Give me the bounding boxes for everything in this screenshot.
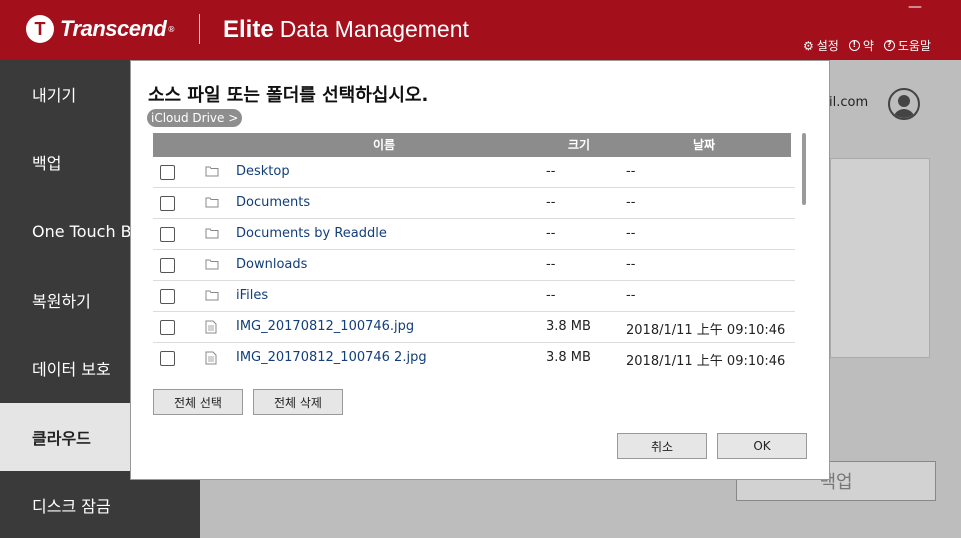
app-header: T Transcend ® Elite Data Management — ⚙ … (0, 0, 961, 60)
brand-name: Transcend (60, 16, 167, 41)
header-divider (199, 14, 200, 44)
gear-icon: ⚙ (802, 38, 814, 53)
row-date: -- (626, 226, 636, 241)
table-row[interactable]: Downloads -- -- (153, 250, 795, 281)
row-checkbox[interactable] (160, 165, 175, 180)
product-name: Data Management (279, 16, 469, 42)
table-row[interactable]: Desktop -- -- (153, 157, 795, 188)
product-elite-label: Elite (223, 16, 274, 43)
help-label: 도움말 (897, 39, 931, 53)
about-label: 약 (862, 39, 874, 53)
folder-icon (205, 196, 219, 212)
row-size: -- (546, 164, 556, 179)
header-links: ⚙ 설정 ! 약 ? 도움말 (803, 37, 931, 54)
folder-icon (205, 289, 219, 305)
row-name: Documents (236, 195, 311, 210)
help-link[interactable]: ? 도움말 (883, 37, 931, 54)
table-row[interactable]: IMG_20170812_100746 2.jpg 3.8 MB 2018/1/… (153, 343, 795, 372)
folder-icon (205, 227, 219, 243)
settings-label: 설정 (816, 39, 839, 53)
row-date: -- (626, 164, 636, 179)
row-name: iFiles (236, 288, 269, 303)
alert-icon: ! (848, 40, 860, 51)
column-date[interactable]: 날짜 (693, 133, 715, 157)
table-row[interactable]: Documents by Readdle -- -- (153, 219, 795, 250)
settings-link[interactable]: ⚙ 설정 (803, 37, 839, 54)
brand-registered-mark: ® (167, 24, 176, 34)
table-header: 이름 크기 날짜 (153, 133, 791, 157)
sidebar-item-disk-lock[interactable]: 디스크 잠금 (0, 471, 200, 538)
file-list: Desktop -- -- Documents -- -- Documents … (153, 157, 795, 372)
row-name: IMG_20170812_100746.jpg (236, 319, 415, 334)
ok-button[interactable]: OK (717, 433, 807, 459)
column-size[interactable]: 크기 (568, 133, 590, 157)
folder-icon (205, 258, 219, 274)
row-size: -- (546, 257, 556, 272)
source-select-dialog: 소스 파일 또는 폴더를 선택하십시오. iCloud Drive > 이름 크… (130, 60, 830, 480)
transcend-logo-icon: T (26, 15, 54, 43)
row-checkbox[interactable] (160, 351, 175, 366)
row-size: -- (546, 226, 556, 241)
row-checkbox[interactable] (160, 227, 175, 242)
row-date: -- (626, 257, 636, 272)
product-title: Elite Data Management (223, 16, 469, 44)
row-name: IMG_20170812_100746 2.jpg (236, 350, 427, 365)
breadcrumb[interactable]: iCloud Drive > (147, 109, 243, 127)
row-date: 2018/1/11 上午 09:10:46 (626, 354, 786, 369)
row-checkbox[interactable] (160, 289, 175, 304)
row-checkbox[interactable] (160, 258, 175, 273)
row-size: -- (546, 195, 556, 210)
cancel-button[interactable]: 취소 (617, 433, 707, 459)
table-row[interactable]: iFiles -- -- (153, 281, 795, 312)
account-email: il.com (829, 95, 869, 110)
user-avatar-icon[interactable] (888, 88, 920, 120)
row-size: -- (546, 288, 556, 303)
minimize-button[interactable]: — (906, 0, 924, 16)
row-date: -- (626, 288, 636, 303)
help-icon: ? (883, 40, 895, 51)
folder-icon (205, 165, 219, 181)
table-row[interactable]: IMG_20170812_100746.jpg 3.8 MB 2018/1/11… (153, 312, 795, 343)
row-name: Desktop (236, 164, 290, 179)
file-icon (205, 351, 217, 369)
select-all-button[interactable]: 전체 선택 (153, 389, 243, 415)
column-name[interactable]: 이름 (373, 133, 395, 157)
row-date: 2018/1/11 上午 09:10:46 (626, 323, 786, 338)
row-checkbox[interactable] (160, 320, 175, 335)
row-size: 3.8 MB (546, 350, 591, 365)
file-icon (205, 320, 217, 338)
delete-all-button[interactable]: 전체 삭제 (253, 389, 343, 415)
transcend-logo: T Transcend ® (26, 14, 175, 44)
row-size: 3.8 MB (546, 319, 591, 334)
row-checkbox[interactable] (160, 196, 175, 211)
row-date: -- (626, 195, 636, 210)
row-name: Documents by Readdle (236, 226, 387, 241)
dialog-title: 소스 파일 또는 폴더를 선택하십시오. (148, 85, 429, 106)
about-link[interactable]: ! 약 (848, 37, 874, 54)
content-panel (830, 158, 930, 358)
row-name: Downloads (236, 257, 308, 272)
table-row[interactable]: Documents -- -- (153, 188, 795, 219)
list-scrollbar-thumb[interactable] (802, 133, 806, 205)
